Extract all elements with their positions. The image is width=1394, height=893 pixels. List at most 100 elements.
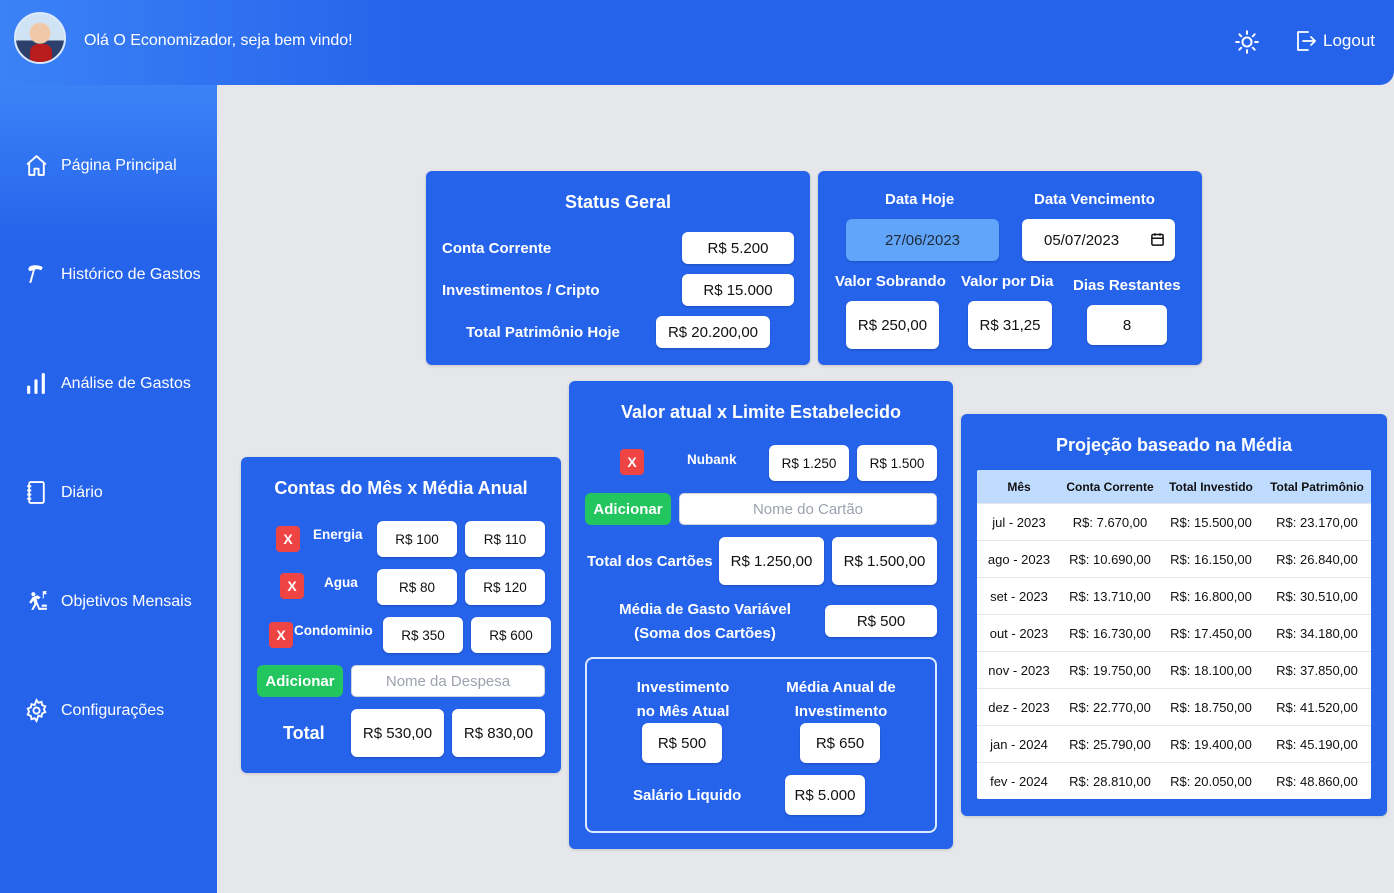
add-despesa-button[interactable]: Adicionar	[257, 665, 343, 697]
theme-toggle-sun-icon[interactable]	[1234, 29, 1260, 55]
cell-investido: R$: 19.400,00	[1170, 736, 1252, 752]
data-vencimento-label: Data Vencimento	[1034, 191, 1155, 208]
cell-investido: R$: 17.450,00	[1170, 625, 1252, 641]
contas-total-label: Total	[283, 723, 325, 743]
total-patrimonio-value: R$ 20.200,00	[656, 316, 770, 348]
total-cartoes-label: Total dos Cartões	[587, 553, 713, 570]
investimentos-label: Investimentos / Cripto	[442, 282, 600, 299]
remove-energia-button[interactable]: X	[276, 526, 300, 552]
sidebar-item-label: Histórico de Gastos	[61, 265, 201, 283]
logout-label: Logout	[1323, 31, 1375, 50]
cell-investido: R$: 18.100,00	[1170, 662, 1252, 678]
table-row: nov - 2023 R$: 19.750,00 R$: 18.100,00 R…	[977, 651, 1371, 688]
welcome-text: Olá O Economizador, seja bem vindo!	[84, 32, 353, 49]
cartao-limite-nubank[interactable]: R$ 1.500	[857, 445, 937, 481]
projecao-card: Projeção baseado na Média Mês Conta Corr…	[961, 414, 1387, 816]
contas-mes-card: Contas do Mês x Média Anual X Energia R$…	[241, 457, 561, 773]
table-row: jan - 2024 R$: 25.790,00 R$: 19.400,00 R…	[977, 725, 1371, 762]
datas-card: Data Hoje 27/06/2023 Data Vencimento 05/…	[818, 171, 1202, 365]
cell-investido: R$: 16.800,00	[1170, 588, 1252, 604]
sidebar-item-diario[interactable]: Diário	[24, 480, 103, 505]
cartao-atual-nubank[interactable]: R$ 1.250	[769, 445, 849, 481]
conta-atual-condominio[interactable]: R$ 350	[383, 617, 463, 653]
salario-label: Salário Liquido	[633, 787, 742, 804]
media-investimento-label-2: Investimento	[794, 703, 888, 720]
projecao-table: Mês Conta Corrente Total Investido Total…	[977, 470, 1371, 799]
valor-sobrando-value: R$ 250,00	[846, 301, 939, 349]
sidebar-item-label: Análise de Gastos	[61, 374, 191, 392]
cell-conta: R$: 25.790,00	[1069, 736, 1151, 752]
cell-patrimonio: R$: 30.510,00	[1276, 588, 1358, 604]
conta-media-agua[interactable]: R$ 120	[465, 569, 545, 605]
status-geral-title: Status Geral	[564, 192, 672, 212]
add-cartao-button[interactable]: Adicionar	[585, 493, 671, 525]
cell-conta: R$: 7.670,00	[1072, 514, 1148, 530]
column-header: Mês	[1007, 479, 1031, 494]
home-icon	[26, 155, 47, 176]
media-gasto-value[interactable]: R$ 500	[825, 605, 937, 637]
data-hoje-field: 27/06/2023	[846, 219, 999, 261]
projecao-title: Projeção baseado na Média	[1055, 435, 1293, 455]
investimentos-input[interactable]: R$ 15.000	[682, 274, 794, 306]
contas-total-media: R$ 830,00	[452, 709, 545, 757]
sidebar-item-label: Diário	[61, 483, 103, 501]
media-investimento-label-1: Média Anual de	[786, 679, 896, 696]
sidebar-item-historico[interactable]: Histórico de Gastos	[24, 262, 201, 287]
limite-card: Valor atual x Limite Estabelecido X Nuba…	[569, 381, 953, 849]
sidebar: Página Principal Histórico de Gastos Aná…	[0, 85, 217, 893]
cell-mes: jul - 2023	[992, 514, 1046, 530]
cell-mes: nov - 2023	[988, 662, 1050, 678]
conta-corrente-input[interactable]: R$ 5.200	[682, 232, 794, 264]
cell-mes: out - 2023	[989, 625, 1049, 641]
salario-value[interactable]: R$ 5.000	[785, 775, 865, 815]
contas-mes-title: Contas do Mês x Média Anual	[274, 478, 528, 498]
remove-nubank-button[interactable]: X	[620, 449, 644, 475]
notebook-icon	[27, 481, 45, 504]
despesa-name-input[interactable]: Nome da Despesa	[351, 665, 545, 697]
data-vencimento-value: 05/07/2023	[1044, 231, 1120, 249]
avatar[interactable]	[14, 12, 66, 64]
cell-mes: ago - 2023	[987, 551, 1051, 567]
conta-corrente-label: Conta Corrente	[442, 240, 552, 257]
cell-conta: R$: 13.710,00	[1069, 588, 1151, 604]
table-row: out - 2023 R$: 16.730,00 R$: 17.450,00 R…	[977, 614, 1371, 651]
conta-atual-energia[interactable]: R$ 100	[377, 521, 457, 557]
conta-name-condominio: Condominio	[294, 623, 373, 638]
limite-title: Valor atual x Limite Estabelecido	[620, 402, 902, 422]
sidebar-item-label: Objetivos Mensais	[61, 592, 192, 610]
cell-patrimonio: R$: 26.840,00	[1276, 551, 1358, 567]
cell-patrimonio: R$: 37.850,00	[1276, 662, 1358, 678]
conta-atual-agua[interactable]: R$ 80	[377, 569, 457, 605]
status-geral-card: Status Geral Conta Corrente R$ 5.200 Inv…	[426, 171, 810, 365]
cell-patrimonio: R$: 23.170,00	[1276, 514, 1358, 530]
sidebar-item-label: Configurações	[61, 701, 165, 719]
cell-patrimonio: R$: 48.860,00	[1276, 773, 1358, 789]
sidebar-item-label: Página Principal	[61, 156, 177, 174]
cell-conta: R$: 19.750,00	[1069, 662, 1151, 678]
goal-icon	[29, 591, 47, 610]
sidebar-item-analise[interactable]: Análise de Gastos	[24, 371, 191, 396]
calendar-icon[interactable]	[1150, 232, 1165, 247]
remove-condominio-button[interactable]: X	[269, 622, 293, 648]
logout-button[interactable]: Logout	[1294, 29, 1375, 53]
cartao-name-input[interactable]: Nome do Cartão	[679, 493, 937, 525]
media-investimento-value: R$ 650	[800, 723, 880, 763]
column-header: Total Patrimônio	[1270, 479, 1364, 494]
table-row: fev - 2024 R$: 28.810,00 R$: 20.050,00 R…	[977, 762, 1371, 799]
sidebar-item-objetivos[interactable]: Objetivos Mensais	[24, 589, 192, 614]
conta-media-condominio[interactable]: R$ 600	[471, 617, 551, 653]
conta-media-energia[interactable]: R$ 110	[465, 521, 545, 557]
cell-conta: R$: 28.810,00	[1069, 773, 1151, 789]
investimento-mes-label-2: no Mês Atual	[636, 703, 730, 720]
remove-agua-button[interactable]: X	[280, 573, 304, 599]
cell-mes: fev - 2024	[990, 773, 1048, 789]
cell-patrimonio: R$: 45.190,00	[1276, 736, 1358, 752]
cell-conta: R$: 16.730,00	[1069, 625, 1151, 641]
data-vencimento-input[interactable]: 05/07/2023	[1022, 219, 1175, 261]
sidebar-item-pagina-principal[interactable]: Página Principal	[24, 153, 177, 178]
valor-sobrando-label: Valor Sobrando	[835, 273, 946, 290]
investimento-mes-value[interactable]: R$ 500	[642, 723, 722, 763]
total-cartoes-limite: R$ 1.500,00	[832, 537, 937, 585]
sidebar-item-configuracoes[interactable]: Configurações	[24, 698, 164, 723]
conta-name-energia: Energia	[313, 527, 363, 542]
